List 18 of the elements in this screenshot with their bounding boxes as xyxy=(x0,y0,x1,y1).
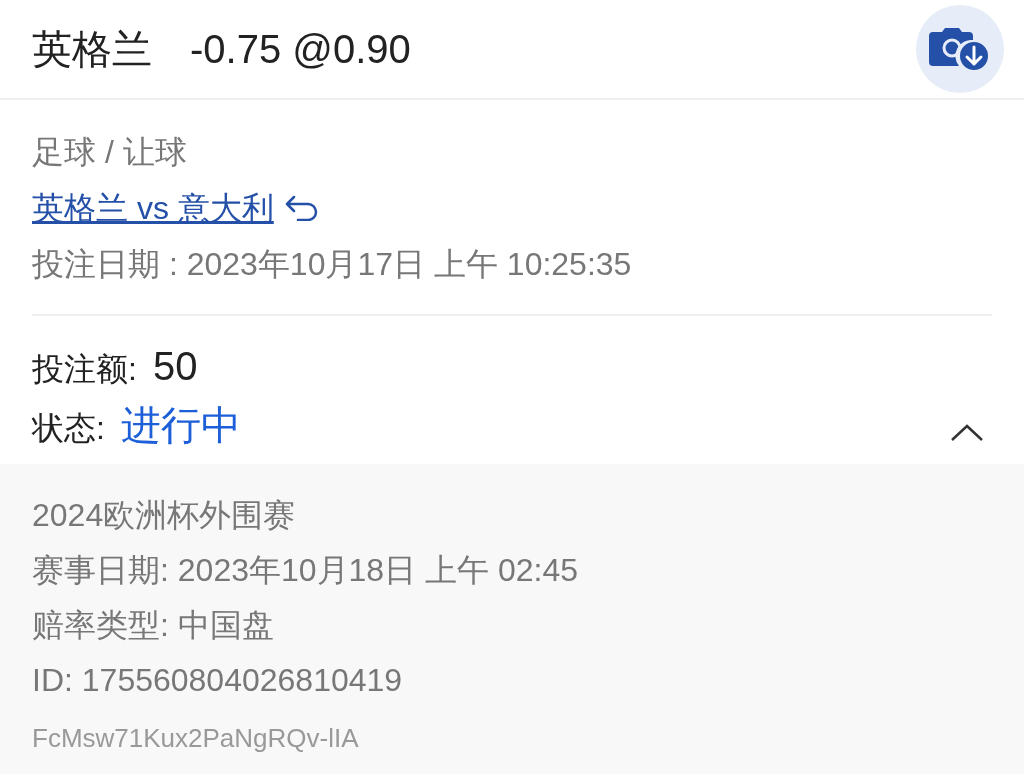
bet-category: 足球 / 让球 xyxy=(32,133,188,172)
stake-amount: 50 xyxy=(152,343,198,390)
match-link[interactable]: 英格兰 vs 意大利 xyxy=(32,180,274,236)
bet-date: 投注日期 : 2023年10月17日 上午 10:25:35 xyxy=(32,245,633,284)
status-value: 进行中 xyxy=(120,402,241,449)
return-arrow-icon xyxy=(283,195,320,221)
chevron-up-icon xyxy=(950,424,984,442)
stake-label: 投注额: xyxy=(32,350,137,389)
status-label: 状态: xyxy=(32,409,105,448)
camera-download-icon xyxy=(929,26,991,72)
selection-team: 英格兰 xyxy=(32,26,152,73)
detail-line: 赔率类型: 中国盘 xyxy=(32,606,275,645)
reference-code: FcMsw71Kux2PaNgRQv-lIA xyxy=(32,722,360,755)
collapse-button[interactable] xyxy=(950,424,984,442)
detail-line: 赛事日期: 2023年10月18日 上午 02:45 xyxy=(32,551,579,590)
detail-line: 2024欧洲杯外围赛 xyxy=(32,496,297,535)
detail-line: ID: 175560804026810419 xyxy=(32,661,404,700)
selection-odds: -0.75 @0.90 xyxy=(190,26,411,73)
